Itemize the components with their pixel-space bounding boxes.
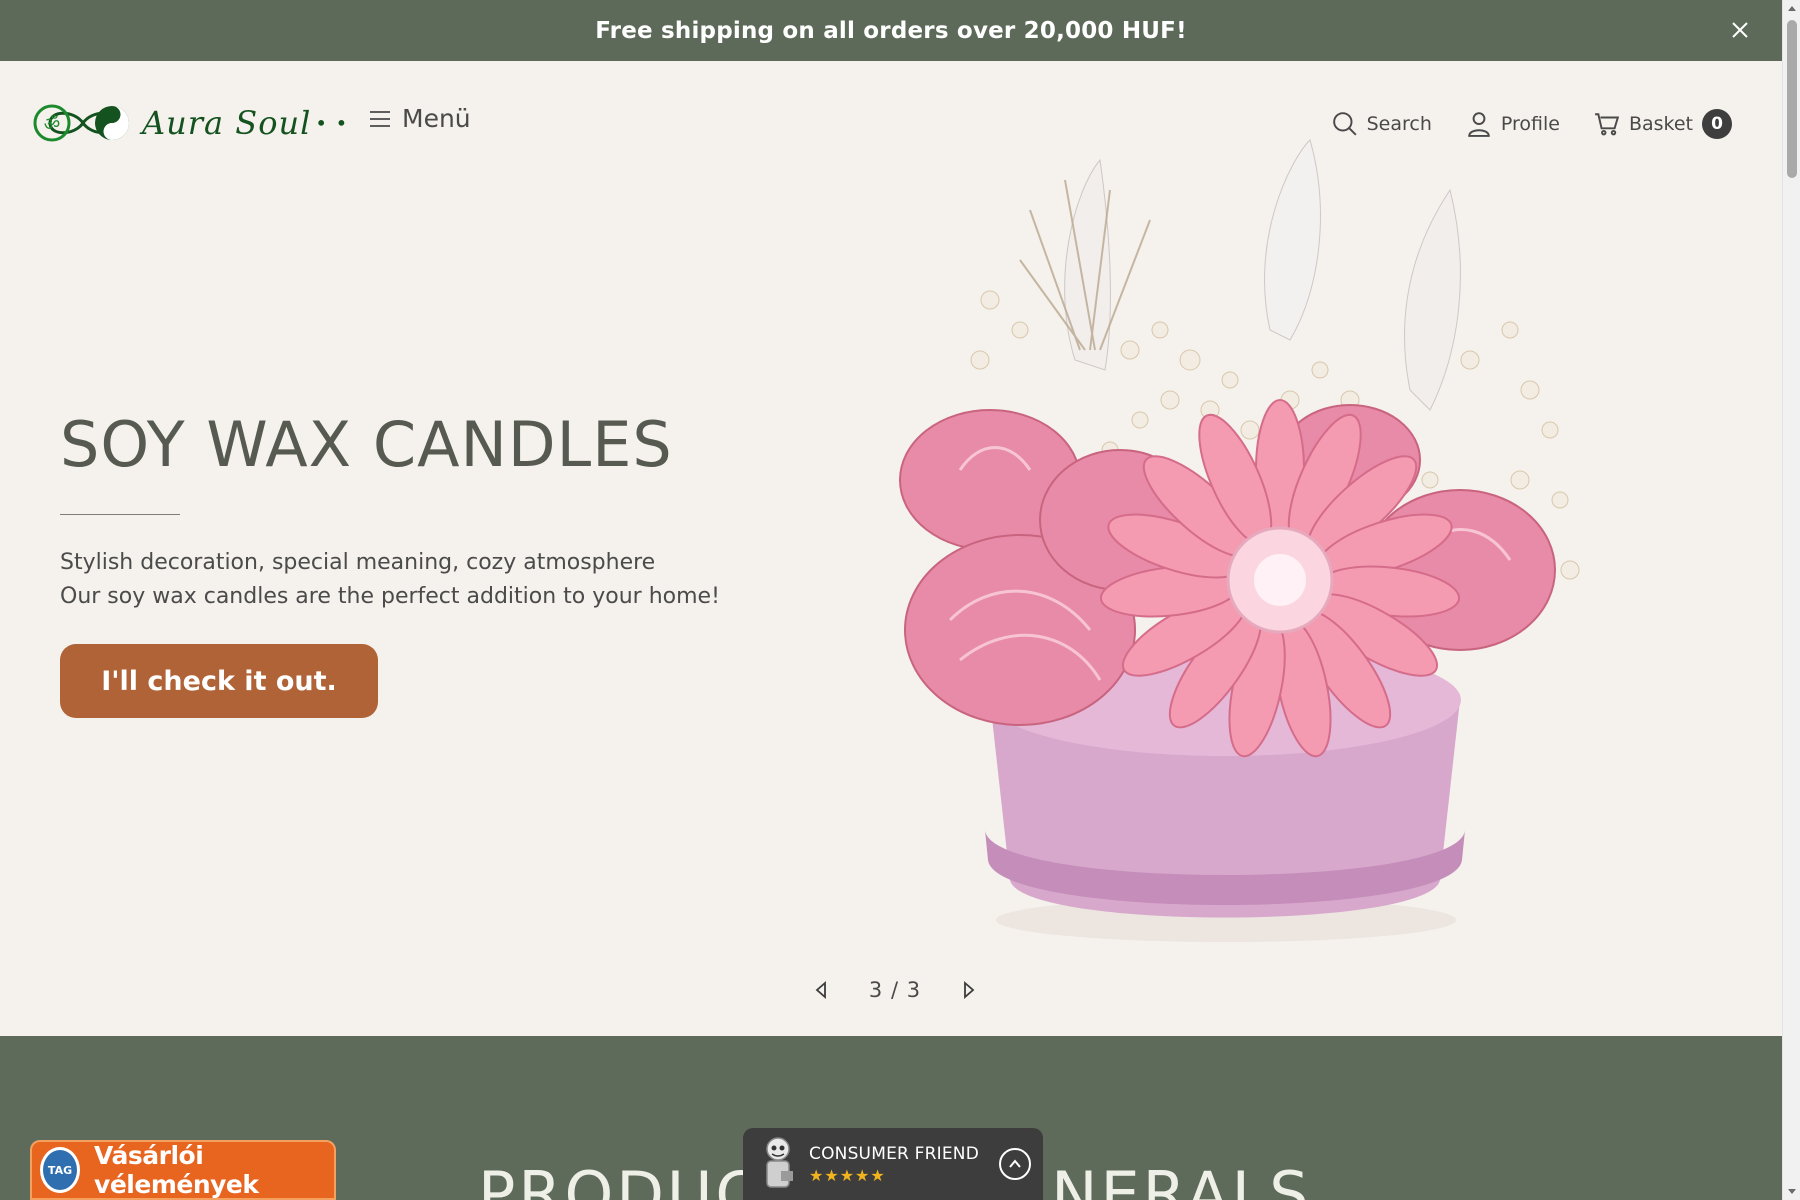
hero-cta-button[interactable]: I'll check it out. <box>60 644 378 718</box>
hero-subtitle-line-1: Stylish decoration, special meaning, coz… <box>60 550 656 575</box>
expand-toggle[interactable] <box>998 1148 1031 1180</box>
basket-count-badge: 0 <box>1702 109 1732 139</box>
slider-prev-button[interactable] <box>810 976 834 1004</box>
svg-text:ॐ: ॐ <box>44 114 60 135</box>
star-rating: ★★★★★ <box>809 1165 886 1185</box>
chevron-left-icon <box>815 981 826 999</box>
scroll-up-arrow-icon[interactable] <box>1787 4 1797 14</box>
chevron-right-icon <box>964 981 975 999</box>
mascot-icon <box>766 1137 793 1188</box>
slider-next-button[interactable] <box>956 976 980 1004</box>
logo[interactable]: ॐ Aura Soul • • <box>28 101 348 145</box>
customer-reviews-widget[interactable]: TAG Vásárlói vélemények <box>30 1140 336 1200</box>
hero-subtitle-line-2: Our soy wax candles are the perfect addi… <box>60 584 720 609</box>
page-scrollbar[interactable] <box>1782 0 1800 1200</box>
announcement-text: Free shipping on all orders over 20,000 … <box>595 17 1187 44</box>
logo-text: Aura Soul <box>142 104 312 142</box>
slider-controls: 3 / 3 <box>810 972 980 1008</box>
scroll-down-arrow-icon[interactable] <box>1787 1186 1797 1196</box>
announcement-bar: Free shipping on all orders over 20,000 … <box>0 0 1782 61</box>
hero-subtitle: Stylish decoration, special meaning, coz… <box>60 546 720 614</box>
review-seal-icon: TAG <box>40 1147 81 1193</box>
consumer-friend-label: CONSUMER FRIEND <box>809 1143 979 1164</box>
hamburger-icon <box>370 110 390 127</box>
hero-divider <box>60 514 180 515</box>
logo-dots-icon: • • <box>315 111 349 135</box>
consumer-friend-text: CONSUMER FRIEND ★★★★★ <box>809 1144 979 1185</box>
hero-title: SOY WAX CANDLES <box>60 408 673 481</box>
close-icon[interactable] <box>1728 18 1752 42</box>
reviews-label: Vásárlói vélemények <box>94 1141 259 1199</box>
menu-button[interactable]: Menü <box>368 104 471 133</box>
menu-label: Menü <box>402 104 471 133</box>
logo-mark-icon: ॐ <box>33 104 129 142</box>
scrollbar-thumb[interactable] <box>1787 20 1797 178</box>
chevron-up-icon <box>1009 1159 1021 1168</box>
consumer-friend-widget[interactable]: CONSUMER FRIEND ★★★★★ <box>743 1128 1043 1200</box>
slide-counter: 3 / 3 <box>868 978 922 1002</box>
hero-candle-bouquet-image <box>899 139 1580 942</box>
